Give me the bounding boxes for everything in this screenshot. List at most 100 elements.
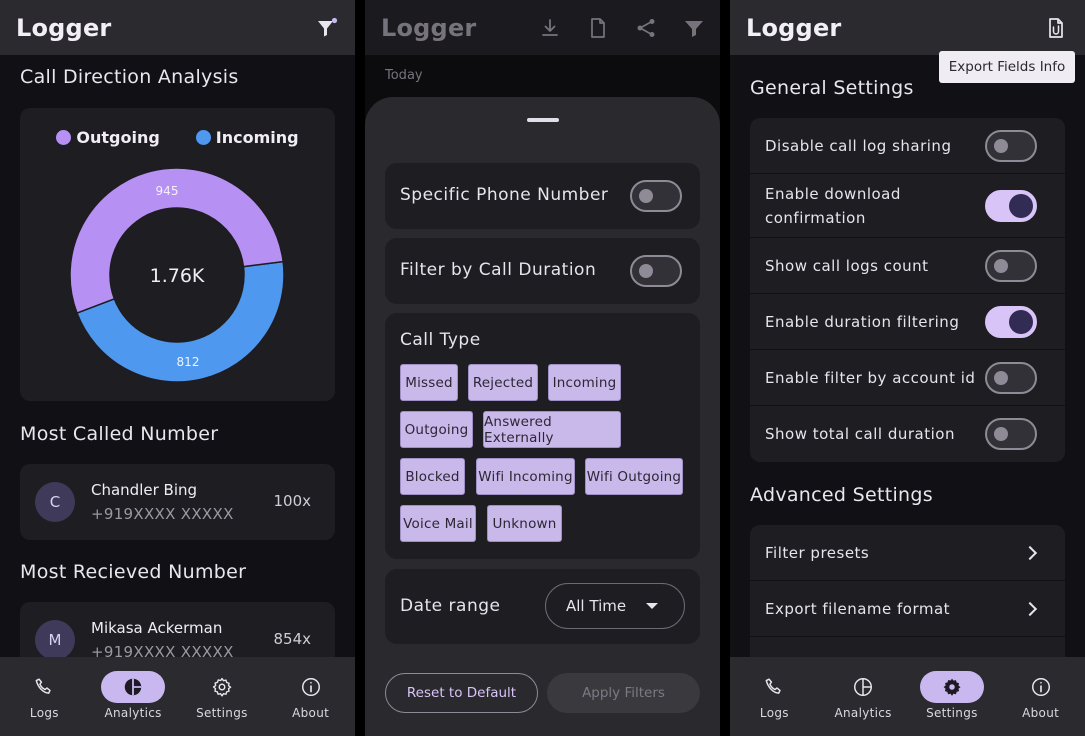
toggle-knob bbox=[1009, 310, 1033, 334]
duration-filtering-toggle[interactable] bbox=[985, 306, 1037, 338]
nav-item-settings[interactable]: Settings bbox=[908, 657, 997, 736]
chevron-right-icon bbox=[1022, 545, 1038, 561]
toggle-knob bbox=[994, 371, 1008, 385]
settings-screen: Logger Export Fields Info General Settin… bbox=[730, 0, 1085, 736]
nav-item-about[interactable]: About bbox=[266, 657, 355, 736]
drag-handle[interactable] bbox=[527, 118, 559, 122]
slice-label-incoming: 812 bbox=[177, 355, 200, 369]
filter-icon[interactable] bbox=[682, 16, 706, 40]
setting-row-export-filename[interactable]: Export filename format bbox=[750, 581, 1065, 637]
logs-count-toggle[interactable] bbox=[985, 250, 1037, 282]
total-duration-toggle[interactable] bbox=[985, 418, 1037, 450]
setting-label: Filter presets bbox=[765, 544, 870, 562]
general-settings-card: Disable call log sharing Enable download… bbox=[750, 118, 1065, 462]
apply-filters-button[interactable]: Apply Filters bbox=[547, 673, 700, 713]
donut-chart: 1.76K 945 812 bbox=[69, 167, 285, 383]
nav-item-logs[interactable]: Logs bbox=[730, 657, 819, 736]
setting-label: Export filename format bbox=[765, 600, 951, 618]
setting-row-total-duration[interactable]: Show total call duration bbox=[750, 406, 1065, 462]
setting-label: Enable filter by account id bbox=[765, 369, 976, 387]
contact-name: Mikasa Ackerman bbox=[91, 619, 223, 637]
nav-label-settings: Settings bbox=[196, 706, 248, 720]
date-range-label: Date range bbox=[400, 596, 501, 616]
analytics-screen: Logger Call Direction Analysis Outgoing … bbox=[0, 0, 355, 736]
toggle-knob bbox=[994, 139, 1008, 153]
setting-row-disable-sharing[interactable]: Disable call log sharing bbox=[750, 118, 1065, 174]
chip-voice-mail[interactable]: Voice Mail bbox=[400, 505, 476, 542]
chip-answered-externally[interactable]: Answered Externally bbox=[483, 411, 621, 448]
avatar: C bbox=[35, 482, 75, 522]
app-bar: Logger bbox=[365, 0, 720, 55]
specific-phone-label: Specific Phone Number bbox=[400, 185, 609, 205]
nav-label-logs: Logs bbox=[759, 706, 789, 720]
setting-row-filter-presets[interactable]: Filter presets bbox=[750, 525, 1065, 581]
section-title-most-called: Most Called Number bbox=[20, 423, 219, 445]
download-icon[interactable] bbox=[538, 16, 562, 40]
chip-wifi-outgoing[interactable]: Wifi Outgoing bbox=[585, 458, 683, 495]
bottom-navigation: Logs Analytics Settings About bbox=[0, 657, 355, 736]
nav-label-about: About bbox=[1022, 706, 1060, 720]
chevron-right-icon bbox=[1022, 601, 1038, 617]
call-duration-row: Filter by Call Duration bbox=[385, 238, 700, 304]
file-info-icon[interactable] bbox=[1044, 16, 1068, 40]
donut-center-total: 1.76K bbox=[150, 265, 205, 287]
call-duration-toggle[interactable] bbox=[630, 255, 682, 287]
call-count: 100x bbox=[273, 492, 311, 510]
chip-incoming[interactable]: Incoming bbox=[548, 364, 621, 401]
specific-phone-toggle[interactable] bbox=[630, 180, 682, 212]
gear-icon bbox=[919, 671, 984, 703]
chip-outgoing[interactable]: Outgoing bbox=[400, 411, 473, 448]
nav-item-about[interactable]: About bbox=[996, 657, 1085, 736]
avatar: M bbox=[35, 620, 75, 660]
nav-label-settings: Settings bbox=[926, 706, 978, 720]
app-title: Logger bbox=[746, 13, 842, 42]
toggle-knob bbox=[994, 427, 1008, 441]
caret-down-icon bbox=[646, 603, 658, 609]
chip-blocked[interactable]: Blocked bbox=[400, 458, 465, 495]
most-called-card[interactable]: C Chandler Bing +919XXXX XXXXX 100x bbox=[20, 464, 335, 540]
chip-rejected[interactable]: Rejected bbox=[468, 364, 538, 401]
share-icon[interactable] bbox=[634, 16, 658, 40]
pie-chart-icon bbox=[101, 671, 166, 703]
specific-phone-row: Specific Phone Number bbox=[385, 163, 700, 229]
disable-sharing-toggle[interactable] bbox=[985, 130, 1037, 162]
file-export-icon[interactable] bbox=[586, 16, 610, 40]
chip-wifi-incoming[interactable]: Wifi Incoming bbox=[476, 458, 575, 495]
date-group-header: Today bbox=[385, 68, 423, 83]
nav-label-logs: Logs bbox=[29, 706, 59, 720]
app-bar: Logger bbox=[730, 0, 1085, 55]
export-fields-tooltip: Export Fields Info bbox=[939, 51, 1075, 83]
nav-item-analytics[interactable]: Analytics bbox=[819, 657, 908, 736]
setting-row-duration-filtering[interactable]: Enable duration filtering bbox=[750, 294, 1065, 350]
download-confirmation-toggle[interactable] bbox=[985, 190, 1037, 222]
reset-to-default-button[interactable]: Reset to Default bbox=[385, 673, 538, 713]
filter-bottom-sheet: Specific Phone Number Filter by Call Dur… bbox=[365, 97, 720, 736]
date-range-dropdown[interactable]: All Time bbox=[545, 583, 685, 629]
call-type-card: Call Type Missed Rejected Incoming Outgo… bbox=[385, 313, 700, 559]
section-title-general: General Settings bbox=[750, 77, 914, 99]
setting-row-logs-count[interactable]: Show call logs count bbox=[750, 238, 1065, 294]
section-title-advanced: Advanced Settings bbox=[750, 484, 933, 506]
call-count: 854x bbox=[273, 630, 311, 648]
nav-item-analytics[interactable]: Analytics bbox=[89, 657, 178, 736]
toggle-knob bbox=[994, 259, 1008, 273]
filter-screen: Logger Today Specific Phone Number Filte… bbox=[365, 0, 720, 736]
account-filter-toggle[interactable] bbox=[985, 362, 1037, 394]
nav-label-about: About bbox=[292, 706, 330, 720]
phone-icon bbox=[12, 671, 76, 703]
call-duration-label: Filter by Call Duration bbox=[400, 260, 597, 280]
nav-item-logs[interactable]: Logs bbox=[0, 657, 89, 736]
section-title-most-received: Most Recieved Number bbox=[20, 561, 247, 583]
nav-label-analytics: Analytics bbox=[104, 706, 162, 720]
toggle-knob bbox=[1009, 194, 1033, 218]
nav-item-settings[interactable]: Settings bbox=[178, 657, 267, 736]
chip-unknown[interactable]: Unknown bbox=[487, 505, 562, 542]
setting-row-download-confirmation[interactable]: Enable download confirmation bbox=[750, 174, 1065, 238]
setting-row-account-filter[interactable]: Enable filter by account id bbox=[750, 350, 1065, 406]
slice-label-outgoing: 945 bbox=[156, 184, 179, 198]
setting-label: Show total call duration bbox=[765, 425, 955, 443]
app-title: Logger bbox=[381, 13, 477, 42]
info-icon bbox=[279, 671, 343, 703]
chip-missed[interactable]: Missed bbox=[400, 364, 458, 401]
contact-name: Chandler Bing bbox=[91, 481, 198, 499]
